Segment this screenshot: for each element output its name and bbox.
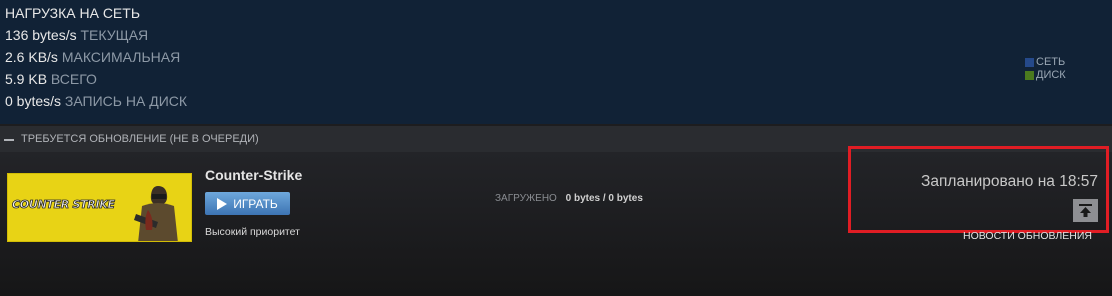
disk-write-label: ЗАПИСЬ НА ДИСК [64, 93, 188, 109]
disk-write-value: 0 bytes/s [5, 93, 62, 109]
max-rate-label: МАКСИМАЛЬНАЯ [61, 49, 181, 65]
legend-item-network: СЕТЬ [1025, 56, 1066, 69]
total-value: 5.9 KB [5, 71, 48, 87]
network-swatch [1025, 58, 1034, 67]
game-banner[interactable]: COUNTER STRIKE [7, 173, 192, 242]
loaded-value: 0 bytes / 0 bytes [565, 193, 643, 204]
network-legend: СЕТЬ ДИСК [1025, 56, 1066, 82]
soldier-figure-icon [134, 186, 178, 241]
disk-write-row: 0 bytes/s ЗАПИСЬ НА ДИСК [5, 93, 187, 109]
highlight-box [848, 146, 1109, 233]
max-rate-row: 2.6 KB/s МАКСИМАЛЬНАЯ [5, 49, 180, 65]
play-button-label: ИГРАТЬ [233, 196, 278, 211]
priority-label: Высокий приоритет [205, 226, 300, 238]
network-usage-panel: НАГРУЗКА НА СЕТЬ 136 bytes/s ТЕКУЩАЯ 2.6… [0, 0, 1112, 124]
play-button[interactable]: ИГРАТЬ [205, 192, 290, 215]
max-rate-value: 2.6 KB/s [5, 49, 58, 65]
total-label: ВСЕГО [50, 71, 97, 87]
move-to-top-button[interactable] [1073, 199, 1098, 222]
section-title: ТРЕБУЕТСЯ ОБНОВЛЕНИЕ (НЕ В ОЧЕРЕДИ) [21, 133, 259, 145]
legend-network-label: СЕТЬ [1036, 56, 1066, 68]
update-news-link[interactable]: НОВОСТИ ОБНОВЛЕНИЯ [963, 230, 1092, 242]
game-title[interactable]: Counter-Strike [205, 167, 302, 183]
collapse-icon[interactable] [4, 138, 14, 141]
legend-item-disk: ДИСК [1025, 69, 1066, 82]
total-row: 5.9 KB ВСЕГО [5, 71, 97, 87]
counter-strike-logo: COUNTER STRIKE [12, 198, 116, 212]
current-rate-row: 136 bytes/s ТЕКУЩАЯ [5, 27, 148, 43]
arrow-to-top-icon [1079, 204, 1092, 217]
download-progress: ЗАГРУЖЕНО 0 bytes / 0 bytes [495, 193, 643, 204]
network-title: НАГРУЗКА НА СЕТЬ [5, 5, 141, 21]
current-rate-value: 136 bytes/s [5, 27, 77, 43]
legend-disk-label: ДИСК [1036, 69, 1066, 81]
loaded-label: ЗАГРУЖЕНО [495, 193, 557, 204]
play-icon [217, 197, 228, 210]
current-rate-label: ТЕКУЩАЯ [80, 27, 149, 43]
disk-swatch [1025, 71, 1034, 80]
